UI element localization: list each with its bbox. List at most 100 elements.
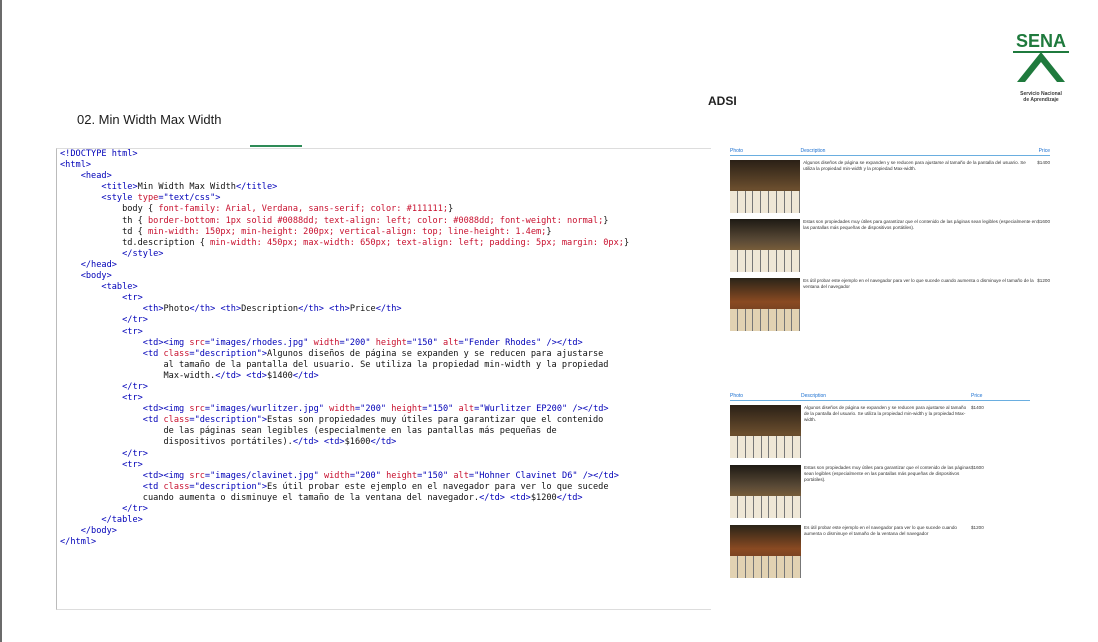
code-line: <html> [57, 160, 711, 171]
preview-row: Es útil probar este ejemplo en el navega… [730, 525, 1030, 581]
code-token: <td> [510, 492, 531, 503]
code-line: </html> [57, 537, 711, 548]
code-token: Photo [163, 304, 190, 315]
code-line: <title>Min Width Max Width</title> [57, 182, 711, 193]
code-token: <th> [329, 304, 350, 315]
code-line: de las páginas sean legibles (especialme… [57, 426, 711, 437]
code-token: height [375, 337, 407, 348]
code-token: td.description { [60, 237, 211, 248]
code-token: </table> [101, 515, 143, 526]
logo-wordmark: SENA [1016, 31, 1066, 51]
header-price: Price [1038, 148, 1050, 154]
code-token: </th> [375, 304, 402, 315]
code-token: Price [349, 304, 376, 315]
code-token: body { [60, 204, 159, 215]
code-line: <td class="description">Algunos diseños … [57, 349, 711, 360]
preview-row: Algunos diseños de página se expanden y … [730, 405, 1030, 461]
code-token: width [323, 470, 350, 481]
code-line: </head> [57, 260, 711, 271]
code-token: src [189, 337, 205, 348]
code-token: </body> [80, 526, 117, 537]
code-line: <th>Photo</th> <th>Description</th> <th>… [57, 304, 711, 315]
code-token: "Hohner Clavinet D6" [474, 470, 578, 481]
preview-description: Algunos diseños de página se expanden y … [804, 405, 967, 422]
code-line: <td><img src="images/wurlitzer.jpg" widt… [57, 404, 711, 415]
code-line: <head> [57, 171, 711, 182]
code-token: alt [453, 470, 469, 481]
preview-description: Estas son propiedades muy útiles para ga… [803, 219, 1037, 230]
code-token: </head> [80, 259, 117, 270]
code-token: } [623, 237, 630, 248]
code-line: dispositivos portátiles).</td> <td>$1600… [57, 437, 711, 448]
code-token: dispositivos portátiles). [60, 437, 293, 448]
code-line: al tamaño de la pantalla del usuario. Se… [57, 360, 711, 371]
code-token: alt [443, 337, 459, 348]
instrument-photo [730, 219, 801, 272]
code-line: <body> [57, 271, 711, 282]
accent-underline [250, 145, 302, 147]
instrument-photo [730, 525, 801, 578]
preview-price: $1600 [971, 465, 984, 470]
code-token: "200" [360, 404, 387, 415]
code-token: <tr> [122, 326, 143, 337]
code-token: <td><img [142, 470, 190, 481]
code-token: $1400 [266, 370, 293, 381]
code-line: </table> [57, 515, 711, 526]
preview-price: $1600 [1037, 219, 1050, 224]
code-token: <th> [142, 304, 164, 315]
code-line: <td class="description">Estas son propie… [57, 415, 711, 426]
code-line: </tr> [57, 382, 711, 393]
code-line: </style> [57, 249, 711, 260]
code-token: } [448, 204, 454, 215]
instrument-photo [730, 405, 801, 458]
code-token: <tr> [122, 293, 143, 304]
code-token: type [137, 193, 159, 204]
code-token: <td> [323, 437, 345, 448]
code-line: th { border-bottom: 1px solid #0088dd; t… [57, 216, 711, 227]
code-token: <!DOCTYPE html> [60, 149, 138, 159]
preview-description: Estas son propiedades muy útiles para ga… [804, 465, 971, 482]
preview-row: Estas son propiedades muy útiles para ga… [730, 219, 1050, 274]
code-token: td { [60, 226, 148, 237]
code-token: "images/wurlitzer.jpg" [210, 404, 324, 415]
code-token: </html> [60, 537, 97, 548]
code-token: <style [101, 193, 138, 204]
code-token: <body> [80, 271, 112, 282]
code-token: class [163, 481, 190, 492]
code-line: td.description { min-width: 450px; max-w… [57, 238, 711, 249]
code-token: "Wurlitzer EP200" [479, 404, 568, 415]
header-description: Description [800, 148, 826, 154]
code-token: Description [241, 304, 299, 315]
code-line: cuando aumenta o disminuye el tamaño de … [57, 493, 711, 504]
code-line: </tr> [57, 315, 711, 326]
preview-description: Es útil probar este ejemplo en el navega… [804, 525, 957, 536]
code-line: Max-width.</td> <td>$1400</td> [57, 371, 711, 382]
preview-row: Es útil probar este ejemplo en el navega… [730, 278, 1050, 333]
code-token: src [189, 470, 205, 481]
code-token: alt [458, 404, 475, 415]
code-listing: <!DOCTYPE html> <html> <head> <title>Min … [56, 148, 711, 610]
code-token: "150" [411, 337, 438, 348]
code-token: <tr> [122, 459, 143, 470]
code-token: </tr> [122, 381, 148, 392]
code-token: <td> [246, 370, 267, 381]
preview-header-row: Photo Description Price [730, 148, 1050, 156]
code-token: <td><img [142, 404, 190, 415]
code-token: </th> [298, 304, 324, 315]
code-token: </tr> [122, 315, 148, 326]
code-token: Min Width Max Width [137, 182, 236, 193]
code-line: <!DOCTYPE html> [57, 149, 711, 160]
